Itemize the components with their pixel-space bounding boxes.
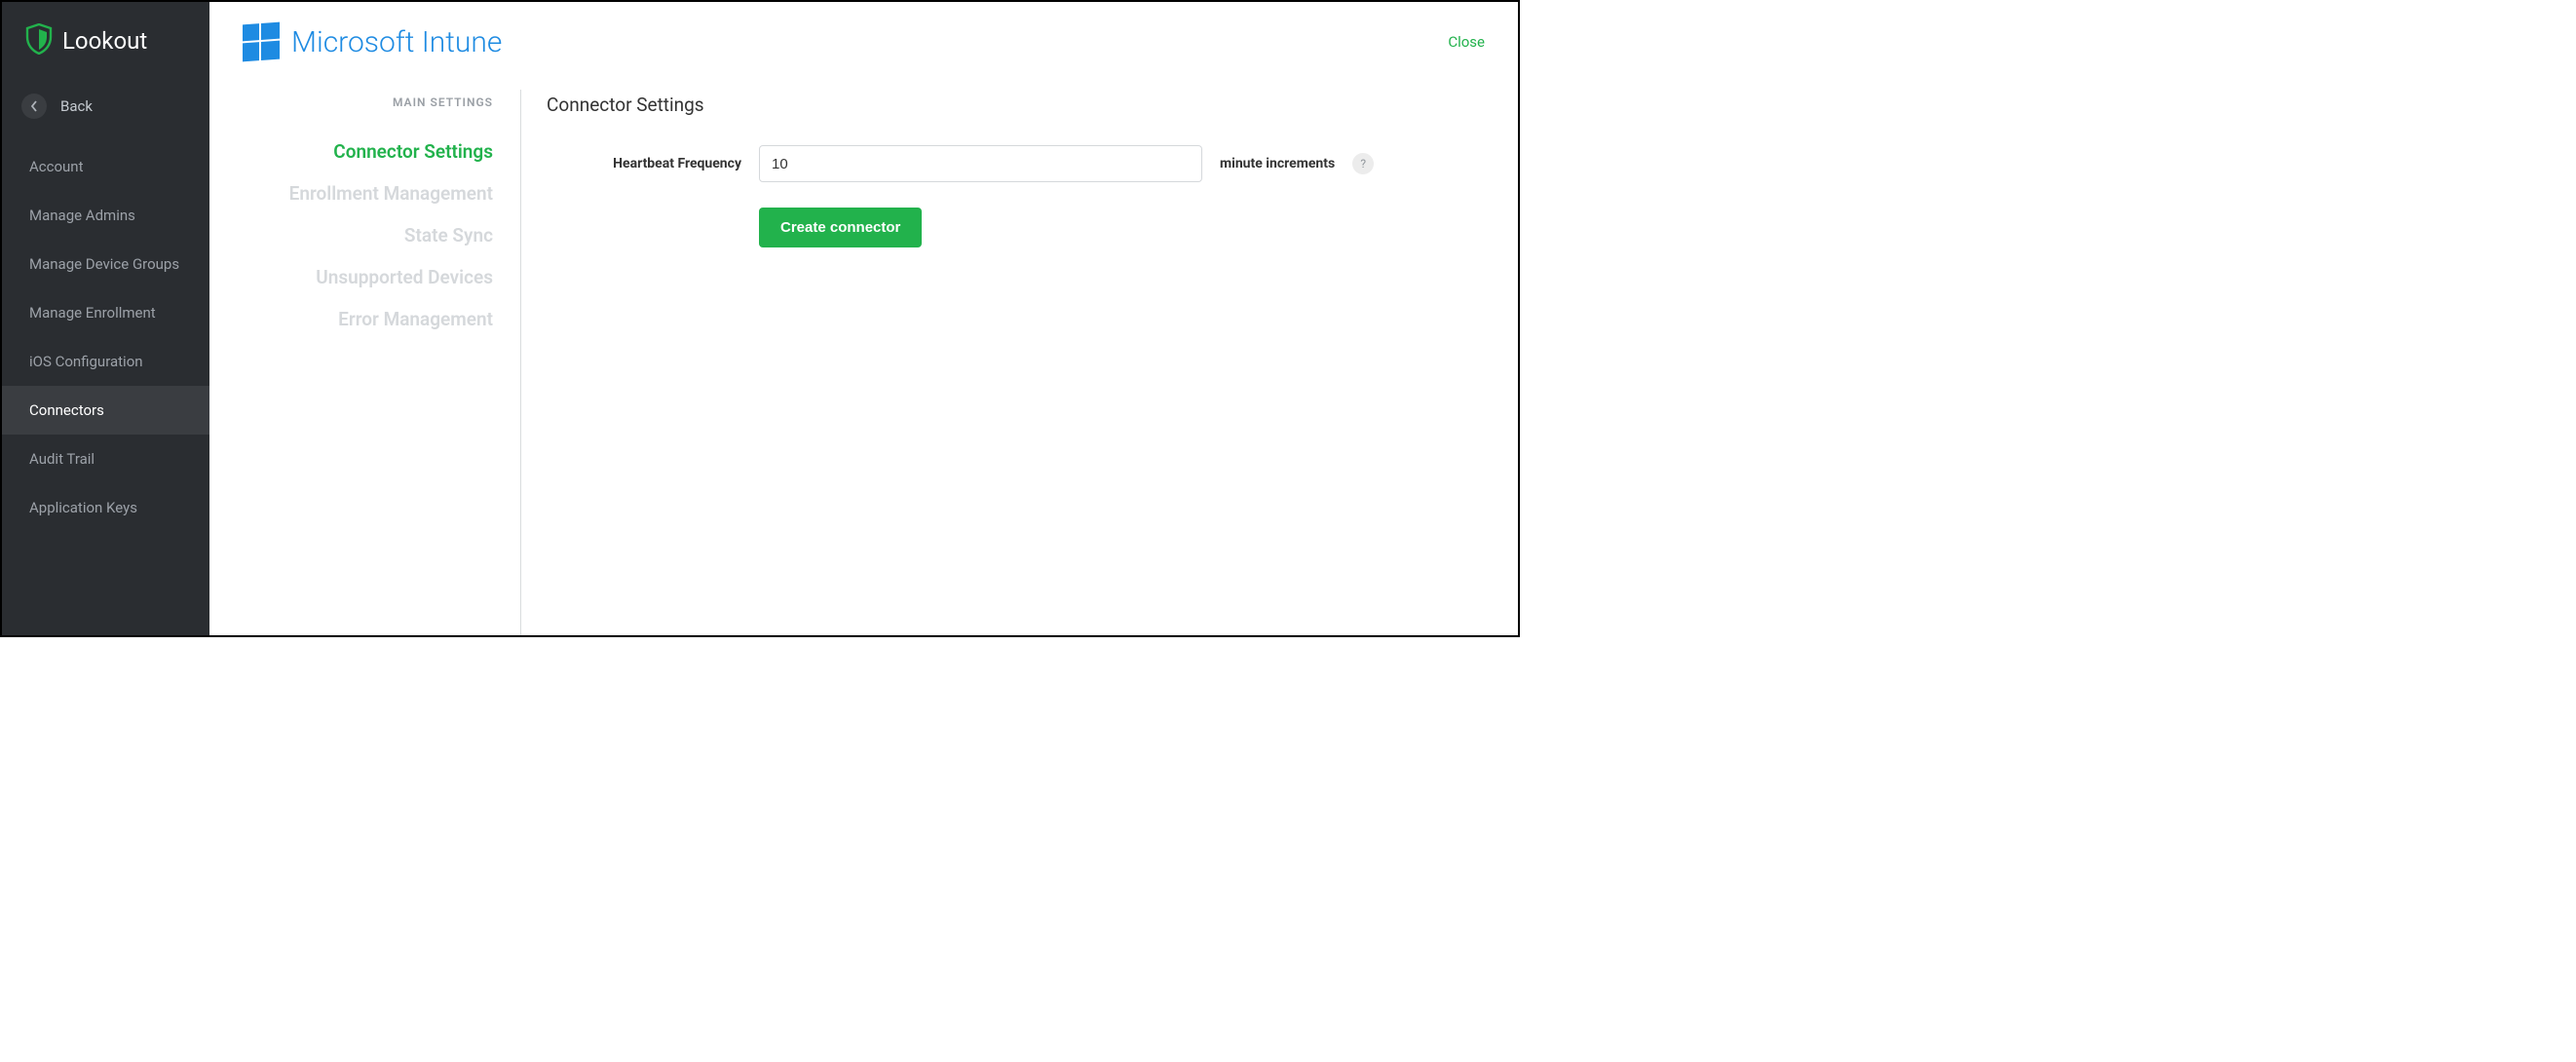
settings-nav-error-management: Error Management	[239, 298, 493, 340]
heartbeat-label: Heartbeat Frequency	[547, 156, 741, 171]
shield-icon	[25, 23, 53, 58]
create-connector-button[interactable]: Create connector	[759, 208, 922, 247]
product-brand: Microsoft Intune	[243, 23, 502, 60]
sidebar-item-manage-enrollment[interactable]: Manage Enrollment	[2, 288, 209, 337]
settings-nav-state-sync: State Sync	[239, 214, 493, 256]
sidebar-item-manage-admins[interactable]: Manage Admins	[2, 191, 209, 240]
sidebar: Lookout Back Account Manage Admins Manag…	[2, 2, 209, 635]
heartbeat-row: Heartbeat Frequency minute increments ?	[547, 145, 1489, 182]
sidebar-item-account[interactable]: Account	[2, 142, 209, 191]
settings-nav-enrollment-management: Enrollment Management	[239, 172, 493, 214]
back-button[interactable]: Back	[2, 80, 209, 133]
header: Microsoft Intune Close	[209, 2, 1518, 70]
panel-title: Connector Settings	[547, 94, 1489, 116]
settings-nav-header: MAIN SETTINGS	[239, 95, 493, 109]
settings-nav-unsupported-devices: Unsupported Devices	[239, 256, 493, 298]
sidebar-item-ios-configuration[interactable]: iOS Configuration	[2, 337, 209, 386]
close-link[interactable]: Close	[1448, 33, 1485, 51]
settings-nav: MAIN SETTINGS Connector Settings Enrollm…	[239, 90, 521, 635]
heartbeat-suffix: minute increments	[1220, 156, 1335, 171]
windows-icon	[243, 22, 280, 62]
brand-name: Lookout	[62, 27, 147, 55]
product-title: Microsoft Intune	[291, 25, 502, 59]
sidebar-nav: Account Manage Admins Manage Device Grou…	[2, 142, 209, 532]
help-icon[interactable]: ?	[1352, 153, 1374, 174]
sidebar-item-connectors[interactable]: Connectors	[2, 386, 209, 435]
settings-panel: Connector Settings Heartbeat Frequency m…	[521, 90, 1489, 635]
sidebar-item-manage-device-groups[interactable]: Manage Device Groups	[2, 240, 209, 288]
main: Microsoft Intune Close MAIN SETTINGS Con…	[209, 2, 1518, 635]
brand: Lookout	[2, 2, 209, 80]
sidebar-item-audit-trail[interactable]: Audit Trail	[2, 435, 209, 483]
sidebar-item-application-keys[interactable]: Application Keys	[2, 483, 209, 532]
content: MAIN SETTINGS Connector Settings Enrollm…	[209, 70, 1518, 635]
settings-nav-connector-settings[interactable]: Connector Settings	[239, 131, 493, 172]
chevron-left-icon	[21, 94, 47, 119]
back-label: Back	[60, 97, 93, 115]
heartbeat-input[interactable]	[759, 145, 1202, 182]
